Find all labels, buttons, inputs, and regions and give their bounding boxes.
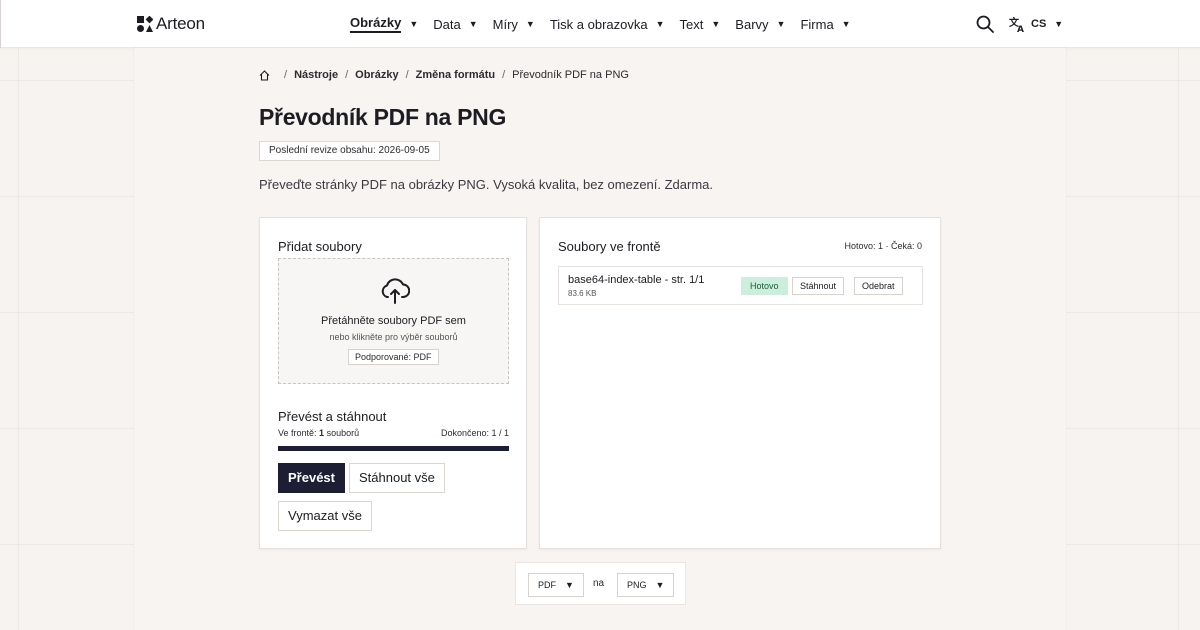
caret-down-icon: ▼: [655, 580, 665, 590]
breadcrumb-separator: /: [345, 69, 349, 81]
done-count: Dokončeno: 1 / 1: [440, 428, 509, 438]
target-format-value: PNG: [627, 580, 647, 590]
clear-all-button[interactable]: Vymazat vše: [278, 501, 372, 531]
caret-down-icon: ▼: [655, 19, 665, 29]
nav-item-obrazky[interactable]: Obrázky ▼: [350, 15, 418, 33]
revision-badge: Poslední revize obsahu: 2026-09-05: [259, 141, 440, 161]
nav-item-text[interactable]: Text ▼: [680, 17, 721, 32]
main-menu: Obrázky ▼ Data ▼ Míry ▼ Tisk a obrazovka…: [350, 0, 866, 48]
caret-down-icon: ▼: [711, 19, 721, 29]
file-size: 83.6 KB: [568, 289, 597, 298]
top-navigation-bar: Arteon Obrázky ▼ Data ▼ Míry ▼ Tisk a ob…: [0, 0, 1200, 48]
download-all-button[interactable]: Stáhnout vše: [349, 463, 445, 493]
nav-item-miry[interactable]: Míry ▼: [493, 17, 535, 32]
format-separator-label: na: [593, 578, 605, 589]
translate-icon: 文 A: [1009, 16, 1024, 33]
language-switcher[interactable]: 文 A CS ▼: [1009, 15, 1063, 33]
breadcrumb-separator: /: [284, 69, 288, 81]
caret-down-icon: ▼: [1054, 19, 1064, 29]
convert-stats: Ve frontě: 1 souborů Dokončeno: 1 / 1: [278, 428, 509, 438]
search-icon: [976, 15, 994, 33]
file-name: base64-index-table - str. 1/1: [568, 274, 705, 286]
queue-unit: souborů: [326, 428, 360, 438]
caret-down-icon: ▼: [409, 19, 419, 29]
caret-down-icon: ▼: [525, 19, 535, 29]
convert-heading: Převést a stáhnout: [278, 409, 387, 424]
breadcrumb-link-nastroje[interactable]: Nástroje: [294, 69, 338, 81]
status-badge: Hotovo: [741, 277, 788, 295]
nav-item-label: Obrázky: [350, 15, 402, 33]
breadcrumb-link-zmena-formatu[interactable]: Změna formátu: [416, 69, 495, 81]
caret-down-icon: ▼: [565, 580, 574, 590]
queue-card: Soubory ve frontě Hotovo: 1 · Čeká: 0 ba…: [539, 217, 941, 549]
queue-label: Ve frontě:: [278, 428, 317, 438]
search-button[interactable]: [976, 15, 994, 33]
page-description: Převeďte stránky PDF na obrázky PNG. Vys…: [259, 177, 714, 192]
breadcrumb-separator: /: [502, 69, 506, 81]
upload-heading: Přidat soubory: [278, 239, 362, 254]
nav-item-barvy[interactable]: Barvy ▼: [735, 17, 785, 32]
arteon-logo-icon: [137, 16, 153, 32]
svg-text:A: A: [1017, 25, 1024, 33]
queue-count: 1: [319, 428, 325, 438]
queue-stats: Hotovo: 1 · Čeká: 0: [844, 241, 922, 251]
nav-item-label: Data: [433, 16, 461, 32]
dropzone-title: Přetáhněte soubory PDF sem: [321, 315, 466, 327]
breadcrumb-current: Převodník PDF na PNG: [512, 69, 629, 81]
nav-item-firma[interactable]: Firma ▼: [800, 17, 850, 32]
page-title: Převodník PDF na PNG: [259, 104, 507, 130]
file-dropzone[interactable]: Přetáhněte soubory PDF sem nebo klikněte…: [278, 258, 509, 384]
breadcrumb-link-obrazky[interactable]: Obrázky: [355, 69, 398, 81]
nav-item-label: Text: [679, 16, 704, 32]
source-format-value: PDF: [538, 580, 556, 590]
queue-file-row: base64-index-table - str. 1/1 83.6 KB Ho…: [558, 266, 923, 305]
format-selector: PDF ▼ na PNG ▼: [515, 562, 686, 605]
brand-name: Arteon: [156, 14, 205, 33]
cloud-upload-icon: [381, 278, 410, 304]
nav-item-label: Barvy: [735, 16, 769, 32]
progress-fill: [278, 446, 509, 451]
breadcrumb: / Nástroje / Obrázky / Změna formátu / P…: [259, 69, 629, 81]
supported-formats-badge: Podporované: PDF: [348, 349, 439, 365]
brand-logo[interactable]: Arteon: [137, 14, 205, 34]
source-format-select[interactable]: PDF ▼: [528, 573, 584, 597]
caret-down-icon: ▼: [841, 19, 851, 29]
nav-item-tisk-a-obrazovka[interactable]: Tisk a obrazovka ▼: [550, 17, 665, 32]
caret-down-icon: ▼: [468, 19, 478, 29]
upload-card: Přidat soubory Přetáhněte soubory PDF se…: [259, 217, 527, 549]
dropzone-subtitle: nebo klikněte pro výběr souborů: [329, 332, 458, 342]
caret-down-icon: ▼: [776, 19, 786, 29]
nav-item-label: Tisk a obrazovka: [549, 16, 648, 32]
queue-heading: Soubory ve frontě: [558, 239, 661, 254]
target-format-select[interactable]: PNG ▼: [617, 573, 675, 597]
file-remove-button[interactable]: Odebrat: [854, 277, 903, 295]
conversion-progress-bar: [278, 446, 509, 451]
home-icon[interactable]: [259, 69, 270, 81]
nav-item-label: Firma: [800, 16, 834, 32]
language-code: CS: [1031, 18, 1047, 30]
nav-item-label: Míry: [492, 16, 518, 32]
breadcrumb-separator: /: [405, 69, 409, 81]
file-download-button[interactable]: Stáhnout: [792, 277, 845, 295]
main-content: / Nástroje / Obrázky / Změna formátu / P…: [134, 48, 1066, 630]
convert-button[interactable]: Převést: [278, 463, 345, 493]
nav-item-data[interactable]: Data ▼: [433, 17, 477, 32]
